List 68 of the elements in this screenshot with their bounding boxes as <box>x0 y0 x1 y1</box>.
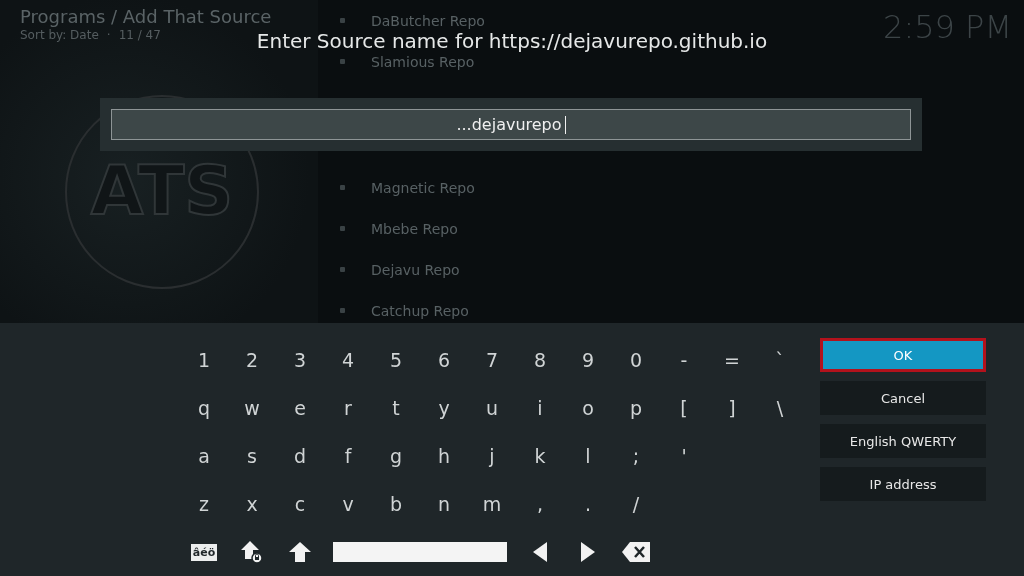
sort-label: Sort by: Date <box>20 28 99 42</box>
keyboard-key[interactable]: / <box>612 480 660 528</box>
breadcrumb-title: Programs / Add That Source <box>20 5 273 29</box>
bullet-icon <box>340 18 345 23</box>
keyboard-key[interactable]: 8 <box>516 336 564 384</box>
keyboard-key[interactable]: p <box>612 384 660 432</box>
keyboard-key[interactable]: ; <box>612 432 660 480</box>
keyboard-key[interactable]: 5 <box>372 336 420 384</box>
keyboard-key[interactable]: . <box>564 480 612 528</box>
bullet-icon <box>340 59 345 64</box>
keyboard-key[interactable]: h <box>420 432 468 480</box>
bullet-icon <box>340 308 345 313</box>
keyboard-key[interactable]: r <box>324 384 372 432</box>
keyboard-key[interactable]: o <box>564 384 612 432</box>
dialog-button[interactable]: English QWERTY <box>820 424 986 458</box>
keyboard-key[interactable]: 1 <box>180 336 228 384</box>
keyboard-key[interactable]: 9 <box>564 336 612 384</box>
keyboard-key[interactable]: z <box>180 480 228 528</box>
item-count: 11 / 47 <box>118 28 161 42</box>
keyboard-key[interactable]: e <box>276 384 324 432</box>
keyboard-key[interactable]: v <box>324 480 372 528</box>
accents-key[interactable]: âéö <box>190 543 218 561</box>
backspace-icon <box>622 542 650 562</box>
keyboard-key[interactable]: 3 <box>276 336 324 384</box>
separator-dot: · <box>106 28 111 42</box>
keyboard-key[interactable]: 0 <box>612 336 660 384</box>
keyboard-key[interactable]: [ <box>660 384 708 432</box>
keyboard-key[interactable]: 7 <box>468 336 516 384</box>
dialog-button[interactable]: Cancel <box>820 381 986 415</box>
keyboard-key[interactable]: ] <box>708 384 756 432</box>
keyboard-key[interactable]: = <box>708 336 756 384</box>
right-arrow-icon <box>581 542 595 562</box>
keyboard-key[interactable]: 4 <box>324 336 372 384</box>
bullet-icon <box>340 226 345 231</box>
shift-icon <box>289 542 311 562</box>
keyboard-key[interactable]: x <box>228 480 276 528</box>
keyboard-key[interactable]: ` <box>756 336 804 384</box>
keyboard-key[interactable]: - <box>660 336 708 384</box>
dialog-title: Enter Source name for https://dejavurepo.github.io <box>256 30 768 52</box>
keyboard-key[interactable]: 2 <box>228 336 276 384</box>
keyboard-key[interactable]: d <box>276 432 324 480</box>
keyboard-key[interactable]: y <box>420 384 468 432</box>
bullet-icon <box>340 185 345 190</box>
keyboard-key[interactable]: t <box>372 384 420 432</box>
keyboard-key[interactable]: g <box>372 432 420 480</box>
keyboard-key[interactable]: a <box>180 432 228 480</box>
keyboard-key[interactable]: \ <box>756 384 804 432</box>
input-field[interactable]: ...dejavurepo <box>111 109 911 140</box>
keyboard-key[interactable]: n <box>420 480 468 528</box>
keyboard-key[interactable]: j <box>468 432 516 480</box>
keyboard-key[interactable]: q <box>180 384 228 432</box>
keyboard-key[interactable]: m <box>468 480 516 528</box>
keyboard-key[interactable]: u <box>468 384 516 432</box>
keyboard-key[interactable]: , <box>516 480 564 528</box>
keyboard-key[interactable]: ' <box>660 432 708 480</box>
keyboard-key[interactable]: 6 <box>420 336 468 384</box>
keyboard-key[interactable]: l <box>564 432 612 480</box>
dialog-button[interactable]: IP address <box>820 467 986 501</box>
keyboard-key[interactable]: c <box>276 480 324 528</box>
bullet-icon <box>340 267 345 272</box>
keyboard-key[interactable]: f <box>324 432 372 480</box>
keyboard-key[interactable]: b <box>372 480 420 528</box>
caps-lock-icon <box>240 540 264 564</box>
keyboard-key[interactable]: w <box>228 384 276 432</box>
left-arrow-icon <box>533 542 547 562</box>
keyboard-key[interactable]: k <box>516 432 564 480</box>
keyboard-key[interactable]: i <box>516 384 564 432</box>
keyboard-key[interactable]: s <box>228 432 276 480</box>
